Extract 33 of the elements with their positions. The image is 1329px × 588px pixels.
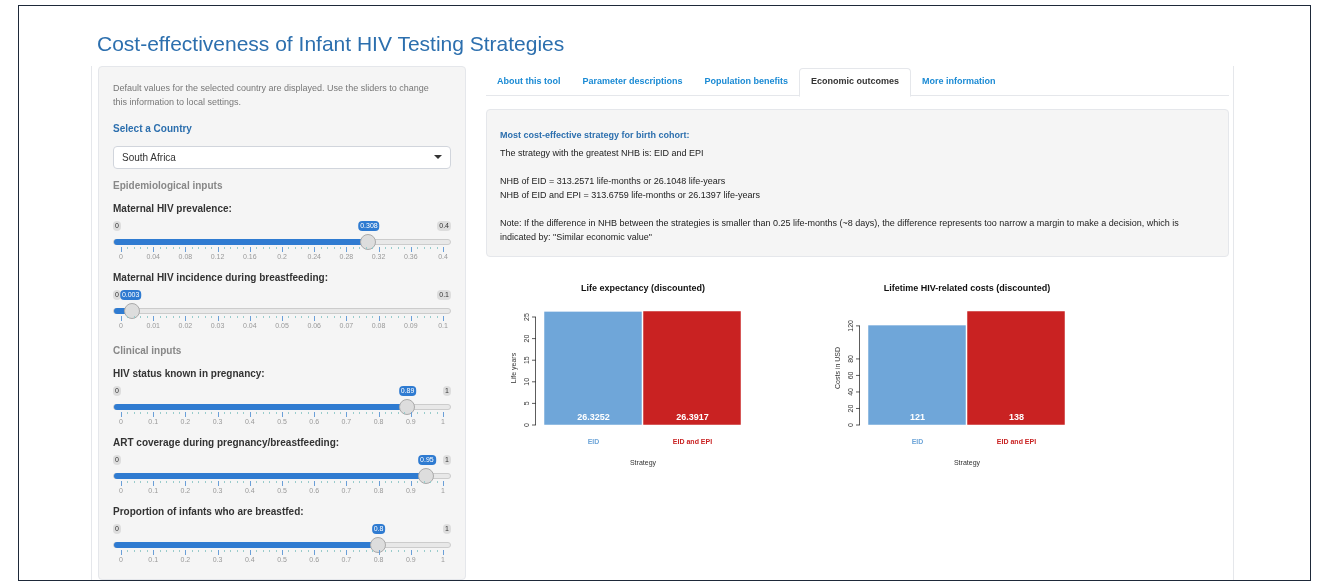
slider-label: Maternal HIV prevalence: bbox=[113, 201, 233, 216]
slider-handle[interactable] bbox=[418, 467, 434, 484]
intro-text: Default values for the selected country are displayed. Use the sliders to change this information to local settings. bbox=[113, 81, 430, 109]
value-label: 26.3917 bbox=[676, 411, 709, 422]
value-label: 138 bbox=[1009, 411, 1024, 422]
result-text: The strategy with the greatest NHB is: EID and EPI bbox=[500, 146, 705, 160]
slider-label: Maternal HIV incidence during breastfeeding: bbox=[113, 270, 330, 285]
slider-label: HIV status known in pregnancy: bbox=[113, 366, 266, 381]
tab[interactable]: Economic outcomes bbox=[799, 67, 912, 97]
slider-handle[interactable] bbox=[360, 233, 377, 250]
tab[interactable]: About this tool bbox=[486, 67, 572, 96]
result-text: NHB of EID = 313.2571 life-months or 26.1048 life-years bbox=[500, 174, 727, 188]
chart-title: Life expectancy (discounted) bbox=[581, 282, 705, 293]
result-text: Note: If the difference in NHB between the strategies is smaller than 0.25 life-months (~8 days), the difference represents too narrow a margin to make a decision, which is indicated by: "Similar economic value" bbox=[500, 216, 1180, 244]
caret-icon bbox=[434, 155, 442, 159]
field-label: Select a Country bbox=[113, 121, 193, 136]
result-heading: Most cost-effective strategy for birth cohort: bbox=[500, 128, 691, 142]
slider-handle[interactable] bbox=[123, 302, 140, 319]
section-heading: Clinical inputs bbox=[113, 343, 183, 358]
tab[interactable]: Parameter descriptions bbox=[571, 67, 694, 96]
result-text: NHB of EID and EPI = 313.6759 life-months or 26.1397 life-years bbox=[500, 188, 761, 202]
chart-title: Lifetime HIV-related costs (discounted) bbox=[883, 282, 1051, 293]
value-label: 121 bbox=[910, 411, 925, 422]
slider-handle[interactable] bbox=[398, 398, 415, 415]
slider-handle[interactable] bbox=[370, 536, 386, 553]
country-dropdown[interactable]: South Africa bbox=[113, 145, 451, 169]
section-heading: Epidemiological inputs bbox=[113, 178, 224, 193]
slider-label: ART coverage during pregnancy/breastfeeding: bbox=[113, 435, 341, 450]
tab[interactable]: Population benefits bbox=[693, 67, 800, 96]
value-label: 26.3252 bbox=[577, 411, 610, 422]
page-title: Cost-effectiveness of Infant HIV Testing Strategies bbox=[96, 31, 566, 57]
tab[interactable]: More information bbox=[911, 67, 1007, 96]
slider-label: Proportion of infants who are breastfed: bbox=[113, 504, 305, 519]
